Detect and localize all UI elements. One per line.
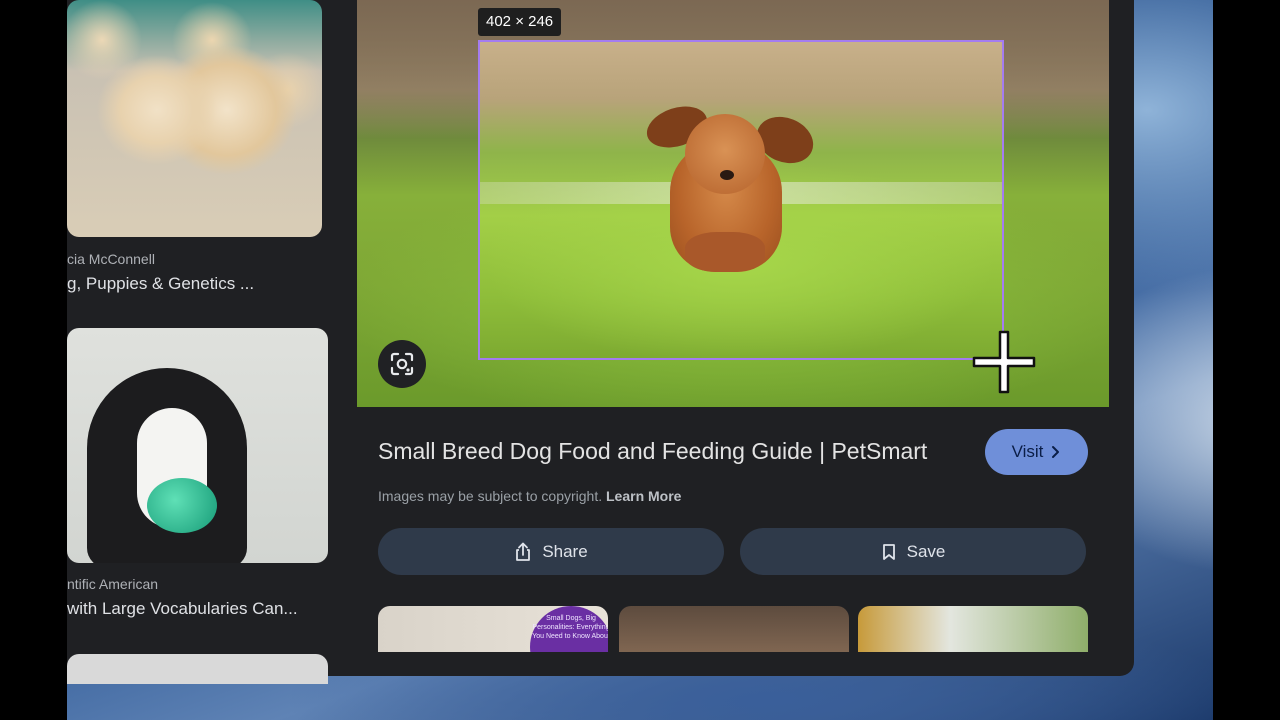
- screen: cia McConnell g, Puppies & Genetics ... …: [0, 0, 1280, 720]
- result-title[interactable]: g, Puppies & Genetics ...: [67, 274, 254, 294]
- copyright-text: Images may be subject to copyright.: [378, 488, 603, 504]
- google-lens-button[interactable]: [378, 340, 426, 388]
- google-lens-icon: [390, 352, 414, 376]
- visit-button[interactable]: Visit: [985, 429, 1088, 475]
- save-label: Save: [906, 541, 946, 561]
- selection-box[interactable]: [478, 40, 1004, 360]
- result-page-title[interactable]: Small Breed Dog Food and Feeding Guide |…: [378, 438, 927, 465]
- result-source: cia McConnell: [67, 251, 155, 267]
- bookmark-icon: [882, 543, 895, 560]
- chevron-right-icon: [1052, 446, 1060, 458]
- result-image-partial[interactable]: [67, 654, 328, 684]
- dachshund-head: [685, 114, 765, 194]
- result-source: ntific American: [67, 576, 159, 592]
- selection-size-badge: 402 × 246: [478, 8, 562, 36]
- dachshund-paws: [685, 232, 765, 272]
- panel-bottom-edge: [357, 652, 1109, 676]
- crosshair-cursor-icon: [972, 330, 1036, 394]
- visit-label: Visit: [1011, 442, 1044, 461]
- share-icon: [516, 542, 531, 561]
- share-label: Share: [542, 541, 588, 561]
- share-button[interactable]: Share: [378, 528, 724, 575]
- dachshund-nose: [720, 170, 734, 180]
- toy-ball: [147, 478, 217, 533]
- copyright-notice: Images may be subject to copyright. Lear…: [378, 488, 681, 504]
- result-title[interactable]: with Large Vocabularies Can...: [67, 599, 298, 619]
- save-button[interactable]: Save: [740, 528, 1086, 575]
- learn-more-link[interactable]: Learn More: [606, 488, 681, 504]
- panel-divider: [328, 0, 357, 676]
- result-image-puppies[interactable]: [67, 0, 322, 237]
- result-image-border-collie[interactable]: [67, 328, 328, 563]
